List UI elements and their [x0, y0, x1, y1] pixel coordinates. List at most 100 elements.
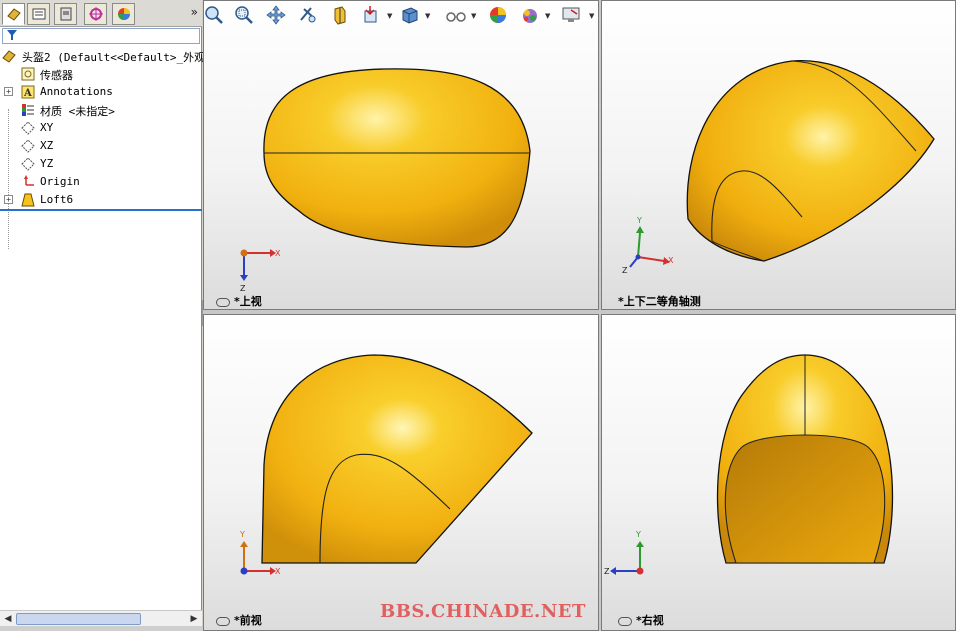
- display-manager-icon: [117, 8, 130, 20]
- part-top-view: [263, 68, 531, 248]
- view-settings-icon[interactable]: [561, 4, 583, 26]
- expand-icon[interactable]: +: [4, 195, 13, 204]
- feature-tree: 头盔2 (Default<<Default>_外观 传感器 + A Annotatio…: [0, 47, 206, 249]
- horizontal-scrollbar[interactable]: ◀ ▶: [0, 610, 202, 626]
- filter-field[interactable]: [2, 28, 200, 44]
- plane-icon: [20, 120, 36, 136]
- svg-text:Z: Z: [604, 567, 610, 576]
- expand-icon[interactable]: +: [4, 87, 13, 96]
- more-tabs-button[interactable]: »: [191, 5, 198, 19]
- plane-icon: [20, 156, 36, 172]
- loft-icon: [20, 192, 36, 208]
- bottom-tabs: [0, 626, 202, 631]
- view-orientation-icon[interactable]: [361, 4, 383, 26]
- chevron-down-icon[interactable]: ▼: [471, 12, 476, 20]
- svg-text:Y: Y: [636, 216, 642, 225]
- link-views-icon[interactable]: [216, 616, 230, 626]
- zoom-to-fit-icon[interactable]: [203, 4, 225, 26]
- apply-scene-icon[interactable]: [519, 4, 541, 26]
- material-icon: [20, 102, 36, 118]
- svg-text:Y: Y: [635, 530, 641, 539]
- viewport-isometric[interactable]: Y X Z *上下二等角轴测: [601, 0, 956, 310]
- triad-isometric: Y X Z: [622, 216, 674, 275]
- section-view-icon[interactable]: [329, 4, 351, 26]
- tree-item-label: XY: [40, 121, 54, 134]
- link-views-icon[interactable]: [618, 616, 632, 626]
- tree-item-label: 材质 <未指定>: [40, 105, 115, 118]
- triad-right: Y Z: [604, 530, 644, 576]
- scroll-left-icon[interactable]: ◀: [1, 612, 15, 626]
- tree-item-label: YZ: [40, 157, 54, 170]
- display-manager-tab[interactable]: [112, 3, 135, 25]
- viewport-front-label: *前视: [216, 612, 262, 628]
- tree-item-loft6[interactable]: + Loft6: [0, 191, 202, 209]
- tree-root-part[interactable]: 头盔2 (Default<<Default>_外观: [0, 47, 206, 65]
- viewport-vertical-splitter[interactable]: [599, 0, 601, 631]
- viewport-right[interactable]: Y Z *右视: [601, 314, 956, 631]
- rotate-icon[interactable]: [297, 4, 319, 26]
- feature-manager-panel: » 头盔2 (Default<<Default>_外观 传感器 + A Annotat…: [0, 0, 206, 631]
- chevron-down-icon[interactable]: ▼: [425, 12, 430, 20]
- filter-icon: [7, 30, 17, 44]
- svg-text:A: A: [23, 88, 32, 99]
- chevron-down-icon[interactable]: ▼: [387, 12, 392, 20]
- viewport-horizontal-splitter[interactable]: [203, 310, 956, 314]
- configuration-manager-icon: [60, 7, 71, 21]
- hide-show-items-icon[interactable]: [445, 4, 467, 26]
- sensor-icon: [20, 66, 36, 82]
- part-inner-cavity: [724, 434, 886, 564]
- svg-text:X: X: [275, 567, 281, 576]
- triad-top: X Z: [240, 249, 281, 293]
- tree-item-label: Annotations: [40, 85, 113, 98]
- edit-appearance-icon[interactable]: [487, 4, 509, 26]
- feature-manager-icon: [6, 8, 21, 21]
- property-manager-tab[interactable]: [27, 3, 50, 25]
- svg-text:X: X: [668, 256, 674, 265]
- viewport-front[interactable]: Y X *前视: [203, 314, 599, 631]
- tree-item-label: 传感器: [40, 69, 73, 82]
- tree-root-label: 头盔2 (Default<<Default>_外观: [22, 51, 206, 64]
- property-manager-icon: [32, 8, 45, 20]
- part-icon: [1, 48, 17, 64]
- heads-up-view-toolbar: ▼ ▼ ▼ ▼ ▼: [203, 0, 599, 32]
- tree-item-label: Loft6: [40, 193, 74, 206]
- display-style-icon[interactable]: [399, 4, 421, 26]
- feature-manager-tab[interactable]: [2, 3, 25, 25]
- tree-item-xy[interactable]: XY: [0, 119, 202, 137]
- origin-icon: [20, 174, 36, 190]
- viewport-right-label: *右视: [618, 612, 664, 628]
- viewport-top[interactable]: X Z *上视: [203, 0, 599, 310]
- zoom-to-area-icon[interactable]: [233, 4, 255, 26]
- scroll-right-icon[interactable]: ▶: [187, 612, 201, 626]
- scroll-thumb[interactable]: [16, 613, 141, 625]
- watermark: BBS.CHINADE.NET: [380, 601, 586, 622]
- tree-item-label: Origin: [40, 175, 80, 188]
- tree-item-yz[interactable]: YZ: [0, 155, 202, 173]
- annotations-icon: A: [20, 84, 36, 100]
- tree-item-[interactable]: 传感器: [0, 65, 202, 83]
- dimxpert-icon: [88, 7, 103, 21]
- configuration-manager-tab[interactable]: [54, 3, 77, 25]
- pan-icon[interactable]: [265, 4, 287, 26]
- rollback-bar[interactable]: [0, 209, 202, 211]
- tree-item-annotations[interactable]: + A Annotations: [0, 83, 202, 101]
- svg-text:Y: Y: [239, 530, 245, 539]
- axis-z-label: Z: [240, 284, 246, 293]
- chevron-down-icon[interactable]: ▼: [589, 12, 594, 20]
- svg-text:Z: Z: [622, 266, 628, 275]
- axis-x-label: X: [275, 249, 281, 258]
- part-isometric-view: [686, 60, 935, 262]
- viewport-isometric-label: *上下二等角轴测: [618, 295, 701, 308]
- tree-item-origin[interactable]: Origin: [0, 173, 202, 191]
- solidworks-window: » 头盔2 (Default<<Default>_外观 传感器 + A Annotat…: [0, 0, 956, 631]
- tree-item-label: XZ: [40, 139, 54, 152]
- part-front-view: [261, 354, 533, 564]
- dimxpert-manager-tab[interactable]: [84, 3, 107, 25]
- viewport-top-label: *上视: [216, 293, 262, 309]
- chevron-down-icon[interactable]: ▼: [545, 12, 550, 20]
- link-views-icon[interactable]: [216, 297, 230, 307]
- plane-icon: [20, 138, 36, 154]
- tree-item-[interactable]: 材质 <未指定>: [0, 101, 202, 119]
- tree-item-xz[interactable]: XZ: [0, 137, 202, 155]
- manager-tabs: »: [0, 0, 202, 27]
